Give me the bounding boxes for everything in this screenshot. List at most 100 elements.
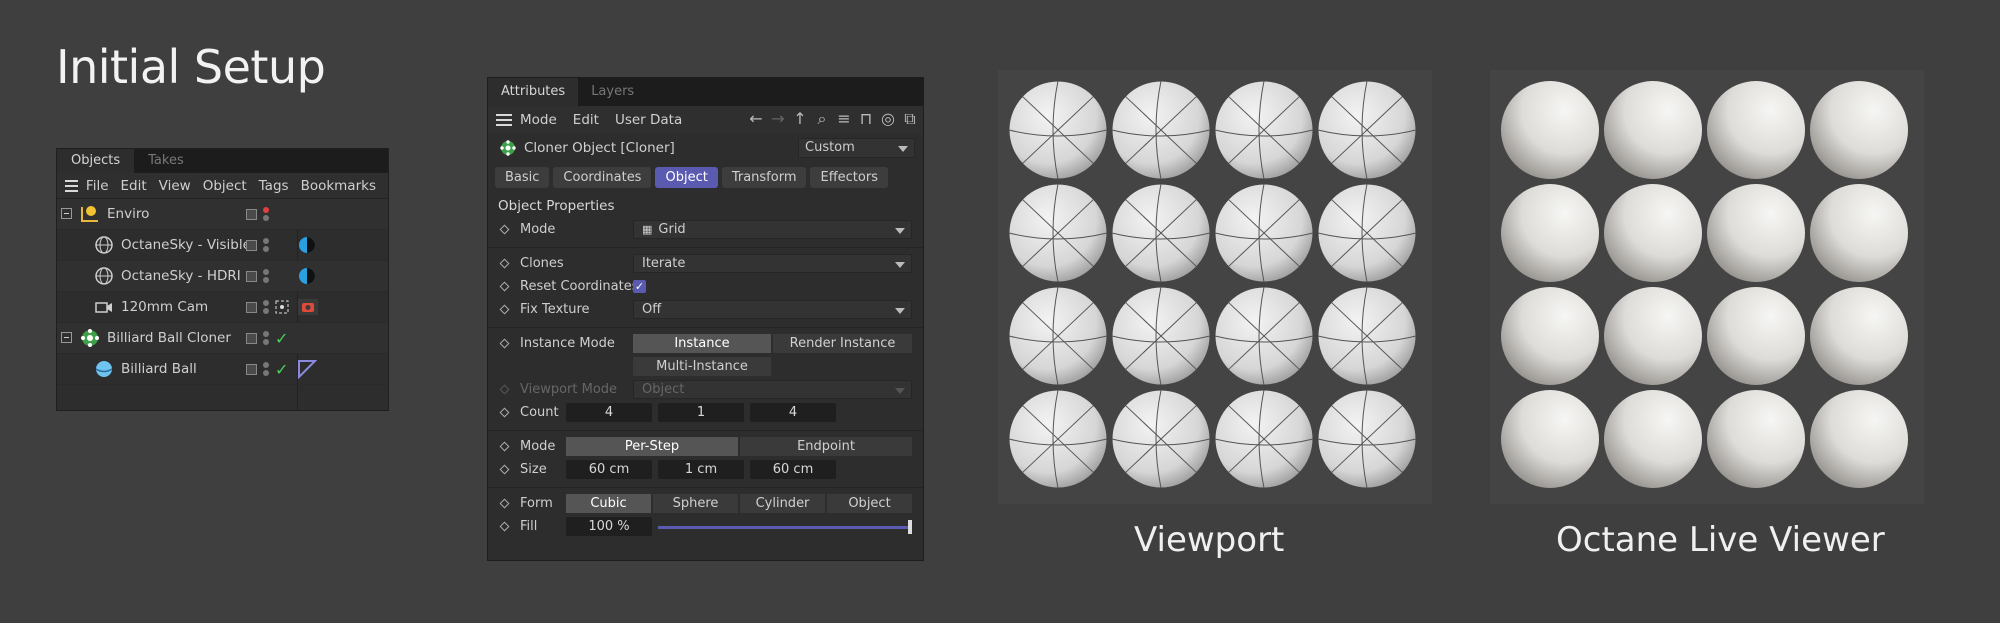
menu-object[interactable]: Object (203, 178, 247, 194)
enable-checkbox[interactable] (246, 208, 257, 220)
viewport[interactable] (998, 70, 1432, 504)
instance-button[interactable]: Instance (633, 334, 771, 353)
per-step-button[interactable]: Per-Step (566, 437, 738, 456)
mode-dropdown[interactable]: ▦ Grid (633, 220, 912, 239)
keyframe-diamond-icon[interactable] (499, 281, 510, 292)
hamburger-menu-icon[interactable] (496, 114, 512, 126)
keyframe-diamond-icon[interactable] (499, 521, 510, 532)
collapse-icon[interactable] (61, 332, 73, 344)
filter-icon[interactable]: ≡ (835, 110, 853, 128)
object-row-octanesky-visible[interactable]: OctaneSky - Visible (57, 230, 388, 261)
menu-tags[interactable]: Tags (259, 178, 289, 194)
keyframe-diamond-icon[interactable] (499, 498, 510, 509)
object-row-billiard-ball-cloner[interactable]: Billiard Ball Cloner ✓ (57, 323, 388, 354)
target-icon[interactable] (275, 300, 289, 314)
tab-takes[interactable]: Takes (134, 149, 198, 173)
count-x-field[interactable]: 4 (566, 403, 652, 422)
menu-file[interactable]: File (86, 178, 109, 194)
visibility-dots[interactable] (263, 269, 269, 283)
count-y-field[interactable]: 1 (658, 403, 744, 422)
object-row-enviro[interactable]: Enviro (57, 199, 388, 230)
fill-slider[interactable] (658, 520, 912, 534)
visibility-dots[interactable] (263, 238, 269, 252)
form-object-button[interactable]: Object (827, 494, 912, 513)
forward-arrow-icon[interactable]: → (769, 110, 787, 128)
enable-checkbox[interactable] (246, 270, 257, 282)
menu-bookmarks[interactable]: Bookmarks (301, 178, 376, 194)
menu-edit[interactable]: Edit (573, 112, 599, 128)
instance-mode-label: Instance Mode (520, 336, 615, 351)
keyframe-diamond-icon[interactable] (499, 304, 510, 315)
tab-transform[interactable]: Transform (721, 166, 807, 188)
keyframe-diamond-icon[interactable] (499, 224, 510, 235)
clones-dropdown[interactable]: Iterate (633, 254, 912, 273)
multi-instance-button[interactable]: Multi-Instance (633, 357, 771, 376)
visibility-dots[interactable] (263, 207, 269, 221)
visibility-dots[interactable] (263, 331, 269, 345)
reset-coordinates-checkbox[interactable]: ✓ (633, 280, 646, 293)
size-label: Size (520, 462, 547, 477)
up-arrow-icon[interactable]: ↑ (791, 110, 809, 128)
keyframe-diamond-icon[interactable] (499, 338, 510, 349)
slider-handle[interactable] (908, 520, 912, 534)
enable-checkbox[interactable] (246, 332, 257, 344)
menu-mode[interactable]: Mode (520, 112, 557, 128)
render-instance-button[interactable]: Render Instance (773, 334, 912, 353)
attributes-menu-bar: Mode Edit User Data ← → ↑ ⌕ ≡ ⊓ ◎ ⧉ (488, 106, 923, 134)
octane-environment-tag-icon[interactable] (297, 235, 317, 255)
object-row-billiard-ball[interactable]: Billiard Ball ✓ (57, 354, 388, 385)
visibility-dots[interactable] (263, 362, 269, 376)
fix-texture-label: Fix Texture (520, 302, 590, 317)
tab-effectors[interactable]: Effectors (810, 166, 888, 188)
visibility-dots[interactable] (263, 300, 269, 314)
target-icon[interactable]: ◎ (879, 110, 897, 128)
enable-checkbox[interactable] (246, 301, 257, 313)
octane-camera-tag-icon[interactable] (297, 297, 319, 317)
render-sphere (1810, 390, 1908, 488)
texture-tag-icon[interactable] (297, 359, 317, 379)
form-cylinder-button[interactable]: Cylinder (740, 494, 825, 513)
enabled-check-icon[interactable]: ✓ (275, 329, 288, 348)
size-z-field[interactable]: 60 cm (750, 460, 836, 479)
collapse-icon[interactable] (61, 208, 73, 220)
keyframe-diamond-icon[interactable] (499, 407, 510, 418)
tab-basic[interactable]: Basic (495, 166, 550, 188)
fix-texture-dropdown[interactable]: Off (633, 300, 912, 319)
octane-environment-tag-icon[interactable] (297, 266, 317, 286)
size-y-field[interactable]: 1 cm (658, 460, 744, 479)
hamburger-menu-icon[interactable] (65, 179, 78, 192)
preset-dropdown[interactable]: Custom (798, 138, 915, 158)
tab-objects[interactable]: Objects (57, 149, 135, 173)
count-z-field[interactable]: 4 (750, 403, 836, 422)
form-sphere-button[interactable]: Sphere (653, 494, 738, 513)
object-row-octanesky-hdri[interactable]: OctaneSky - HDRI (57, 261, 388, 292)
enable-checkbox[interactable] (246, 363, 257, 375)
tab-object[interactable]: Object (655, 166, 718, 188)
form-row: Form Cubic Sphere Cylinder Object (488, 492, 923, 515)
menu-edit[interactable]: Edit (121, 178, 147, 194)
tab-attributes[interactable]: Attributes (488, 78, 579, 106)
endpoint-button[interactable]: Endpoint (740, 437, 912, 456)
tab-layers[interactable]: Layers (578, 78, 647, 106)
form-cubic-button[interactable]: Cubic (566, 494, 651, 513)
lock-icon[interactable]: ⊓ (857, 110, 875, 128)
size-x-field[interactable]: 60 cm (566, 460, 652, 479)
enable-checkbox[interactable] (246, 239, 257, 251)
viewport-sphere (1111, 80, 1211, 180)
menu-user-data[interactable]: User Data (615, 112, 682, 128)
keyframe-diamond-icon[interactable] (499, 441, 510, 452)
render-sphere (1501, 390, 1599, 488)
search-icon[interactable]: ⌕ (813, 110, 831, 128)
new-window-icon[interactable]: ⧉ (901, 110, 919, 128)
object-row-120mm-cam[interactable]: 120mm Cam (57, 292, 388, 323)
octane-live-viewer[interactable] (1490, 70, 1924, 504)
keyframe-diamond-icon[interactable] (499, 464, 510, 475)
fill-field[interactable]: 100 % (566, 517, 652, 536)
objects-manager: Objects Takes File Edit View Object Tags… (56, 148, 389, 411)
keyframe-diamond-icon[interactable] (499, 258, 510, 269)
back-arrow-icon[interactable]: ← (747, 110, 765, 128)
menu-view[interactable]: View (159, 178, 191, 194)
fill-row: Fill 100 % (488, 515, 923, 538)
tab-coordinates[interactable]: Coordinates (553, 166, 652, 188)
enabled-check-icon[interactable]: ✓ (275, 360, 288, 379)
